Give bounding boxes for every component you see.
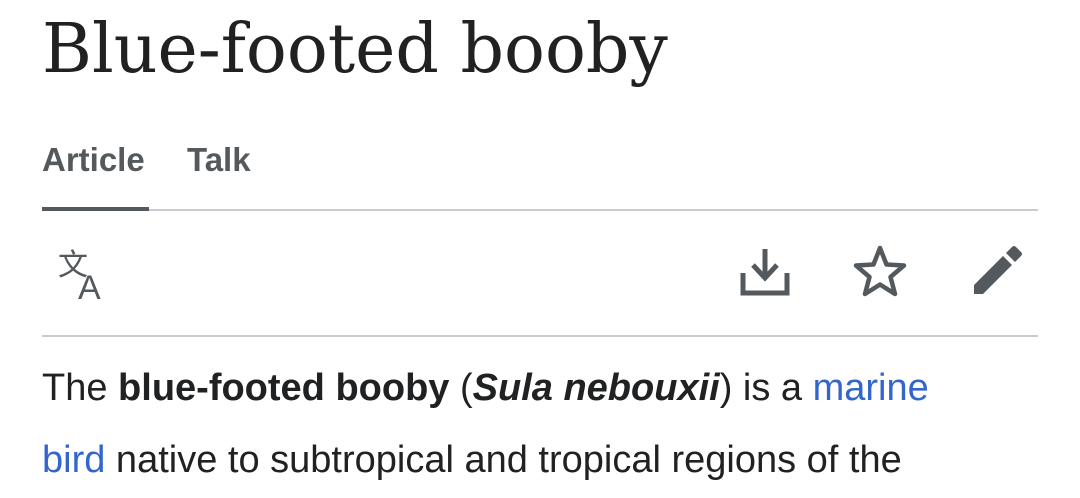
intro-text: native to subtropical and tropical regio… (105, 439, 902, 481)
language-icon[interactable]: 文 A (54, 243, 114, 303)
marine-bird-link[interactable]: marine (813, 367, 929, 409)
pencil-icon[interactable] (967, 241, 1027, 301)
page-actions-toolbar: 文 A (42, 211, 1038, 337)
scientific-name: Sula nebouxii (472, 367, 720, 409)
marine-bird-link[interactable]: bird (42, 439, 105, 481)
tab-article[interactable]: Article (42, 138, 149, 209)
bold-common-name: blue-footed booby (118, 367, 450, 409)
article-intro-paragraph: The blue-footed booby (Sula nebouxii) is… (42, 352, 1032, 496)
page-tabs: Article Talk (42, 138, 1038, 211)
svg-text:A: A (78, 269, 101, 303)
download-icon[interactable] (735, 241, 795, 301)
tab-talk[interactable]: Talk (187, 138, 251, 209)
page-title: Blue-footed booby (42, 10, 668, 89)
article-page: Blue-footed booby Article Talk 文 A The b… (0, 0, 1080, 498)
intro-text: ) is a (719, 367, 813, 409)
star-icon[interactable] (850, 241, 910, 301)
intro-text: The (42, 367, 119, 409)
intro-text: ( (449, 367, 473, 409)
